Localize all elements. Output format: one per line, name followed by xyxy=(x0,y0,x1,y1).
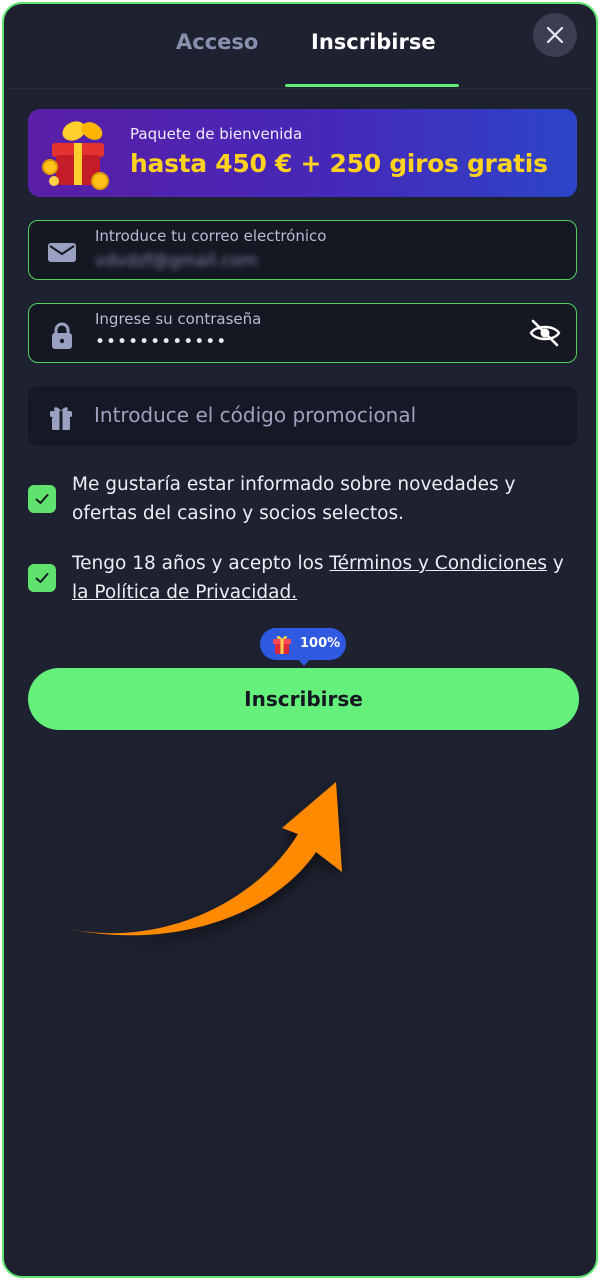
gift-icon xyxy=(273,635,291,654)
envelope-icon xyxy=(48,243,76,262)
lock-icon xyxy=(52,322,72,349)
close-button[interactable] xyxy=(533,13,577,57)
newsletter-checkbox[interactable] xyxy=(28,485,56,513)
email-value[interactable]: vdvdzf@gmail.com xyxy=(95,251,258,271)
terms-prefix: Tengo 18 años y acepto los xyxy=(72,553,330,574)
password-value[interactable]: •••••••••••• xyxy=(95,332,227,352)
banner-headline: hasta 450 € + 250 giros gratis xyxy=(130,149,548,178)
terms-link[interactable]: Términos y Condiciones xyxy=(329,553,547,574)
close-icon xyxy=(546,26,564,44)
terms-checkbox[interactable] xyxy=(28,564,56,592)
promo-code-placeholder: Introduce el código promocional xyxy=(94,403,417,427)
gift-icon xyxy=(42,121,109,190)
tab-register[interactable]: Inscribirse xyxy=(311,30,436,54)
password-label: Ingrese su contraseña xyxy=(95,310,262,328)
banner-subtitle: Paquete de bienvenida xyxy=(130,125,303,143)
eye-off-icon[interactable] xyxy=(527,315,563,351)
password-field[interactable]: Ingrese su contraseña •••••••••••• xyxy=(28,303,577,363)
terms-consent-text: Tengo 18 años y acepto los Términos y Co… xyxy=(72,549,580,607)
check-icon xyxy=(35,494,49,504)
signup-modal: Acceso Inscribirse Paquete de bienvenida… xyxy=(2,2,598,1278)
auth-tabs: Acceso Inscribirse xyxy=(4,4,596,88)
promo-code-field[interactable]: Introduce el código promocional xyxy=(28,386,577,446)
email-label: Introduce tu correo electrónico xyxy=(95,227,327,245)
newsletter-consent-text: Me gustaría estar informado sobre noveda… xyxy=(72,474,516,524)
check-icon xyxy=(35,573,49,583)
tab-login[interactable]: Acceso xyxy=(176,30,258,54)
tabs-divider xyxy=(4,88,596,89)
bonus-percent-badge: 100% xyxy=(260,628,346,666)
arrow-pointer-icon xyxy=(64,782,342,936)
gift-icon xyxy=(50,407,72,430)
welcome-bonus-banner: Paquete de bienvenida hasta 450 € + 250 … xyxy=(28,109,577,197)
bonus-percent-value: 100% xyxy=(300,636,341,651)
privacy-link[interactable]: la Política de Privacidad. xyxy=(72,582,297,603)
active-tab-indicator xyxy=(285,84,459,87)
terms-middle: y xyxy=(547,553,564,574)
register-submit-button[interactable]: Inscribirse xyxy=(28,668,579,730)
email-field[interactable]: Introduce tu correo electrónico vdvdzf@g… xyxy=(28,220,577,280)
